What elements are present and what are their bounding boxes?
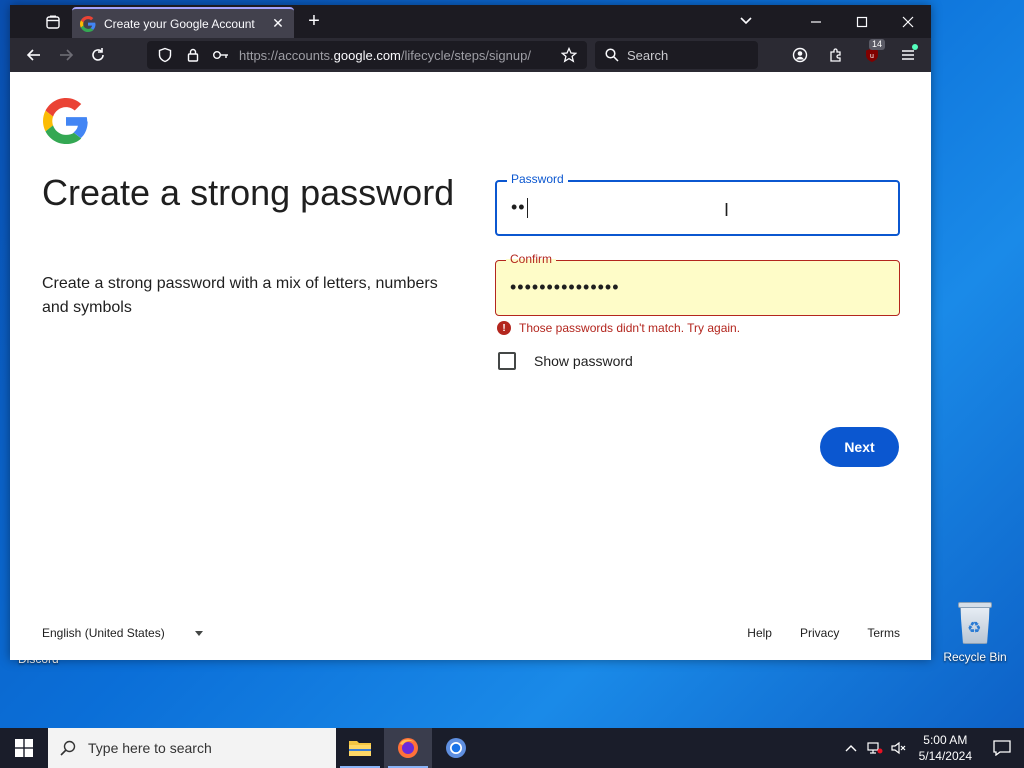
key-icon[interactable] — [211, 47, 231, 63]
text-cursor-icon: I — [724, 200, 730, 220]
page-subtitle: Create a strong password with a mix of l… — [42, 275, 438, 316]
svg-text:u: u — [870, 53, 874, 60]
clock-date: 5/14/2024 — [918, 749, 972, 763]
show-hidden-icons-icon[interactable] — [839, 728, 863, 768]
taskbar-search-placeholder: Type here to search — [88, 740, 212, 756]
folder-icon — [349, 741, 371, 756]
google-g-icon — [80, 15, 96, 32]
tab-active[interactable]: Create your Google Account ✕ — [72, 7, 294, 38]
search-icon — [60, 740, 76, 756]
search-bar[interactable]: Search — [595, 41, 758, 69]
minimize-button[interactable] — [793, 5, 839, 38]
shield-icon[interactable] — [155, 47, 175, 63]
password-value: •• — [511, 197, 528, 219]
recycle-bin-label: Recycle Bin — [943, 650, 1007, 664]
next-button[interactable]: Next — [820, 427, 899, 467]
volume-muted-icon[interactable] — [887, 728, 911, 768]
firefox-button[interactable] — [384, 728, 432, 768]
search-placeholder: Search — [627, 47, 669, 63]
desktop-icon-recycle-bin[interactable]: ♻ Recycle Bin — [940, 600, 1010, 664]
close-window-button[interactable] — [885, 5, 931, 38]
update-dot — [912, 44, 918, 50]
lock-icon[interactable] — [183, 47, 203, 63]
bookmark-star-icon[interactable] — [559, 47, 579, 63]
browser-window: Create your Google Account ✕ + https://a… — [10, 5, 931, 660]
start-button[interactable] — [0, 728, 48, 768]
file-explorer-button[interactable] — [336, 728, 384, 768]
firefox-view-icon[interactable] — [42, 11, 64, 33]
reload-button[interactable] — [82, 41, 114, 69]
confirm-label: Confirm — [506, 252, 557, 266]
maximize-button[interactable] — [839, 5, 885, 38]
terms-link[interactable]: Terms — [867, 626, 900, 640]
language-selector[interactable]: English (United States) — [42, 626, 203, 640]
chrome-icon — [446, 738, 466, 758]
chevron-down-icon — [194, 630, 203, 636]
taskbar: Type here to search 5:00 AM 5/14/2024 — [0, 728, 1024, 768]
app-menu-icon[interactable] — [893, 42, 923, 68]
language-label: English (United States) — [42, 626, 165, 640]
search-icon — [605, 48, 619, 62]
forward-button[interactable] — [50, 41, 82, 69]
new-tab-button[interactable]: + — [302, 10, 326, 32]
signup-page: Create a strong password Create a strong… — [10, 72, 931, 660]
help-link[interactable]: Help — [747, 626, 772, 640]
error-message: ! Those passwords didn't match. Try agai… — [497, 321, 740, 335]
navigation-toolbar: https://accounts.google.com/lifecycle/st… — [10, 38, 931, 72]
tab-bar: Create your Google Account ✕ + — [10, 5, 931, 38]
page-title: Create a strong password — [42, 172, 455, 213]
show-password-label[interactable]: Show password — [534, 353, 633, 369]
tab-close-icon[interactable]: ✕ — [270, 15, 286, 32]
show-password-checkbox[interactable] — [498, 352, 516, 370]
error-icon: ! — [497, 321, 511, 335]
ublock-extension-icon[interactable]: u 14 — [857, 39, 887, 68]
windows-logo-icon — [15, 739, 33, 757]
list-all-tabs-icon[interactable] — [736, 11, 756, 31]
firefox-icon — [398, 738, 418, 758]
show-password-toggle[interactable]: Show password — [498, 352, 633, 370]
confirm-value: ••••••••••••••• — [510, 277, 620, 297]
network-icon[interactable] — [863, 728, 887, 768]
password-label: Password — [507, 172, 568, 186]
confirm-password-field[interactable]: Confirm ••••••••••••••• — [495, 252, 900, 316]
google-logo — [43, 98, 88, 144]
back-button[interactable] — [18, 41, 50, 69]
account-icon[interactable] — [785, 42, 815, 68]
notification-center-icon[interactable] — [980, 728, 1024, 768]
system-clock[interactable]: 5:00 AM 5/14/2024 — [911, 732, 980, 764]
tab-title: Create your Google Account — [104, 16, 255, 31]
chrome-button[interactable] — [432, 728, 480, 768]
address-bar[interactable]: https://accounts.google.com/lifecycle/st… — [147, 41, 587, 69]
recycle-bin-icon: ♻ — [956, 600, 994, 646]
extensions-puzzle-icon[interactable] — [821, 42, 851, 68]
error-text: Those passwords didn't match. Try again. — [519, 321, 741, 335]
password-field[interactable]: Password •• — [495, 172, 900, 236]
clock-time: 5:00 AM — [923, 733, 968, 747]
privacy-link[interactable]: Privacy — [800, 626, 839, 640]
taskbar-search-box[interactable]: Type here to search — [48, 728, 336, 768]
url-text[interactable]: https://accounts.google.com/lifecycle/st… — [239, 48, 559, 63]
extension-badge: 14 — [868, 39, 885, 50]
